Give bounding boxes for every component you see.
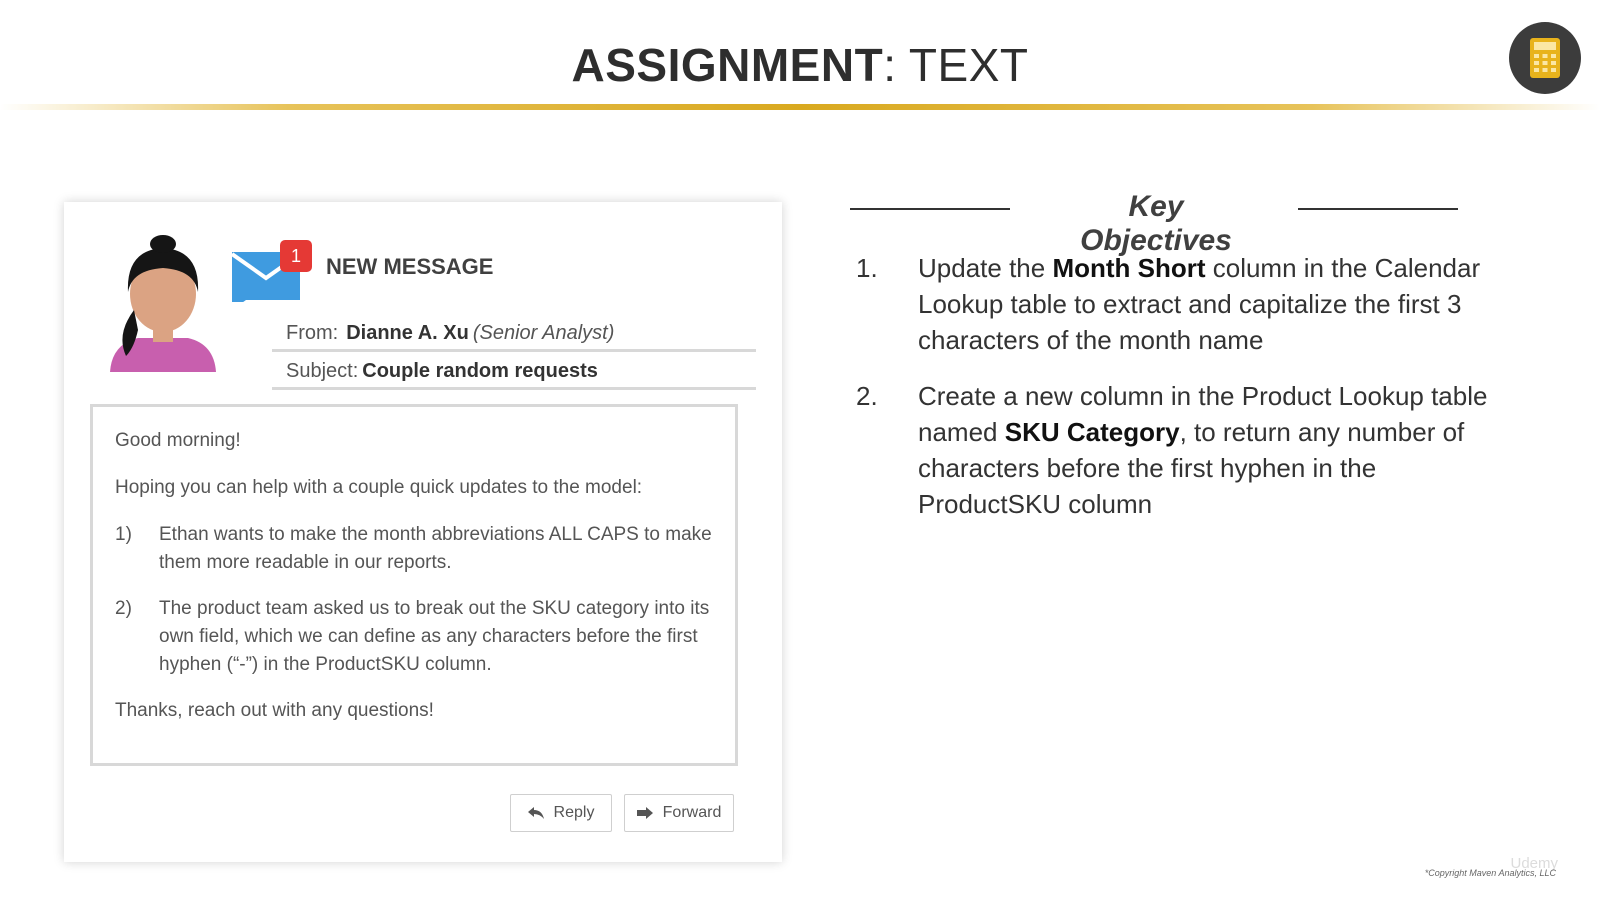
list-item-text: The product team asked us to break out t… xyxy=(159,598,710,675)
heading-rule-right xyxy=(1298,208,1458,210)
email-card: 1 NEW MESSAGE From: Dianne A. Xu (Senior A… xyxy=(64,202,782,862)
objective-item: 1. Update the Month Short column in the … xyxy=(856,250,1496,358)
title-bold: ASSIGNMENT xyxy=(571,39,884,91)
page-title: ASSIGNMENT: TEXT xyxy=(0,38,1600,92)
from-label: From: xyxy=(286,322,339,344)
intro-text: Hoping you can help with a couple quick … xyxy=(115,477,643,498)
reply-button[interactable]: Reply xyxy=(510,794,612,832)
notification-badge: 1 xyxy=(290,246,301,266)
reply-icon xyxy=(527,807,544,819)
title-underline xyxy=(0,104,1600,110)
new-message-label: NEW MESSAGE xyxy=(326,254,494,279)
subject-value: Couple random requests xyxy=(362,360,598,382)
from-name: Dianne A. Xu xyxy=(346,322,469,344)
heading-rule-left xyxy=(850,208,1010,210)
list-item-text: Ethan wants to make the month abbreviati… xyxy=(159,524,712,573)
calculator-badge xyxy=(1509,22,1581,94)
forward-button[interactable]: Forward xyxy=(624,794,734,832)
request-list: 1) Ethan wants to make the month abbrevi… xyxy=(115,521,713,679)
objective-text: Update the Month Short column in the Cal… xyxy=(918,250,1496,358)
forward-label: Forward xyxy=(662,804,722,821)
greeting: Good morning! xyxy=(115,430,241,451)
list-item-number: 2) xyxy=(115,598,132,619)
objective-number: 2. xyxy=(856,381,878,411)
closing-text: Thanks, reach out with any questions! xyxy=(115,700,434,721)
list-item-number: 1) xyxy=(115,524,132,545)
objectives-heading: Key Objectives xyxy=(1080,190,1232,257)
objective-item: 2. Create a new column in the Product Lo… xyxy=(856,378,1496,522)
objective-text: Create a new column in the Product Looku… xyxy=(918,378,1496,522)
calculator-icon xyxy=(1530,38,1560,78)
subject-label: Subject: xyxy=(286,360,359,382)
objective-text-bold: Month Short xyxy=(1052,253,1206,283)
objective-text-pre: Update the xyxy=(918,253,1053,283)
from-role: (Senior Analyst) xyxy=(472,322,615,344)
from-row: From: Dianne A. Xu (Senior Analyst) xyxy=(272,316,756,352)
forward-icon xyxy=(636,807,653,819)
list-item: 2) The product team asked us to break ou… xyxy=(115,595,713,679)
avatar xyxy=(110,235,216,372)
list-item: 1) Ethan wants to make the month abbrevi… xyxy=(115,521,713,577)
message-body: Good morning! Hoping you can help with a… xyxy=(90,404,738,766)
subject-row: Subject: Couple random requests xyxy=(272,354,756,390)
copyright-text: *Copyright Maven Analytics, LLC xyxy=(1424,868,1556,878)
objective-text-bold: SKU Category xyxy=(1004,417,1180,447)
objective-number: 1. xyxy=(856,253,878,283)
title-rest: : TEXT xyxy=(883,39,1029,91)
objectives-list: 1. Update the Month Short column in the … xyxy=(856,250,1496,542)
reply-label: Reply xyxy=(553,804,595,821)
